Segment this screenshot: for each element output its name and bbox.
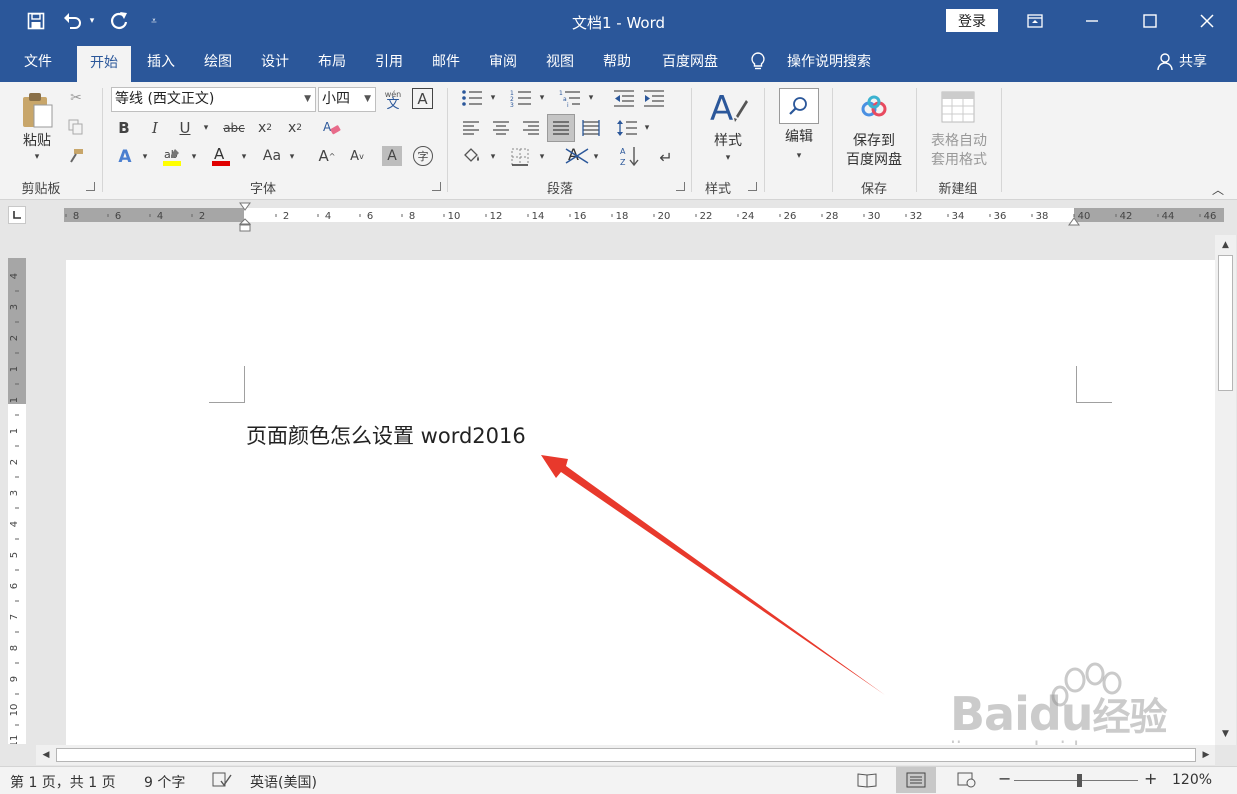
zoom-level[interactable]: 120%	[1172, 772, 1212, 788]
proofing-icon[interactable]	[212, 771, 232, 793]
zoom-in-icon[interactable]: +	[1144, 769, 1157, 788]
vertical-scrollbar[interactable]: ▲ ▼	[1215, 235, 1236, 745]
scroll-left-icon[interactable]: ◀	[38, 747, 54, 763]
horizontal-scroll-thumb[interactable]	[56, 748, 1196, 762]
scroll-down-icon[interactable]: ▼	[1217, 726, 1234, 742]
zoom-slider-track[interactable]	[1014, 780, 1138, 781]
print-layout-icon[interactable]	[896, 767, 936, 793]
watermark-brand: Baidu经验	[950, 687, 1168, 741]
page-count-status[interactable]: 第 1 页，共 1 页	[10, 772, 116, 792]
scroll-up-icon[interactable]: ▲	[1217, 237, 1234, 253]
web-layout-icon[interactable]	[957, 771, 977, 793]
vertical-scroll-thumb[interactable]	[1218, 255, 1233, 391]
word-count-status[interactable]: 9 个字	[144, 772, 185, 792]
scroll-right-icon[interactable]: ▶	[1198, 747, 1214, 763]
zoom-slider-thumb[interactable]	[1077, 774, 1083, 787]
horizontal-scrollbar[interactable]: ◀ ▶	[36, 745, 1215, 765]
read-mode-icon[interactable]	[857, 771, 877, 793]
language-status[interactable]: 英语(美国)	[250, 772, 317, 792]
zoom-out-icon[interactable]: −	[998, 769, 1011, 788]
status-bar: 第 1 页，共 1 页 9 个字 英语(美国) − + 120%	[0, 766, 1237, 794]
